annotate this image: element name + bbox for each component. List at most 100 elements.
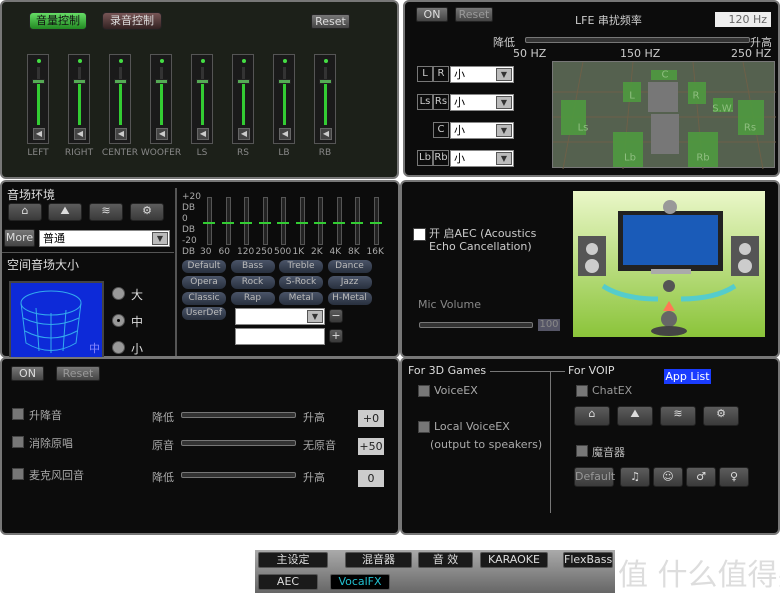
tab-karaoke[interactable]: KARAOKE bbox=[480, 552, 548, 568]
speaker-reset-button[interactable]: Reset bbox=[455, 7, 493, 22]
eq-band-slider[interactable] bbox=[355, 197, 360, 245]
preset-h-metal[interactable]: H-Metal bbox=[327, 292, 372, 305]
eq-band-handle[interactable] bbox=[314, 222, 326, 224]
morph-male-button[interactable]: ♂ bbox=[686, 467, 716, 487]
app-list-button[interactable]: App List bbox=[664, 369, 711, 384]
speaker-size-select[interactable]: 小 ▼ bbox=[450, 94, 514, 111]
vocal-checkbox[interactable] bbox=[12, 408, 24, 420]
eq-band-slider[interactable] bbox=[225, 197, 231, 245]
eq-band-slider[interactable] bbox=[373, 197, 379, 245]
environment-select[interactable]: 普通 ▼ bbox=[39, 230, 170, 247]
preset-treble[interactable]: Treble bbox=[279, 260, 323, 273]
eq-band-handle[interactable] bbox=[258, 222, 271, 224]
env-room-button[interactable]: ⌂ bbox=[8, 203, 42, 221]
fader-handle[interactable] bbox=[278, 78, 291, 84]
preset-rock[interactable]: Rock bbox=[230, 276, 275, 289]
vocal-slider[interactable] bbox=[181, 472, 296, 478]
fader-handle[interactable] bbox=[319, 78, 332, 84]
preset-classic[interactable]: Classic bbox=[182, 292, 226, 305]
morph-checkbox[interactable] bbox=[576, 445, 588, 457]
tab-混音器[interactable]: 混音器 bbox=[345, 552, 412, 568]
preset-rap[interactable]: Rap bbox=[230, 292, 275, 305]
lfe-slider[interactable] bbox=[525, 37, 750, 43]
fader-handle[interactable] bbox=[114, 78, 127, 84]
fader-handle[interactable] bbox=[73, 78, 86, 84]
speaker-size-select[interactable]: 小 ▼ bbox=[450, 150, 514, 167]
vocal-slider[interactable] bbox=[181, 412, 296, 418]
eq-band-slider[interactable] bbox=[299, 197, 305, 245]
preset-metal[interactable]: Metal bbox=[279, 292, 323, 305]
room-size-radio[interactable] bbox=[112, 314, 125, 327]
morph-default-button[interactable]: Default bbox=[574, 467, 615, 487]
preset-opera[interactable]: Opera bbox=[182, 276, 226, 289]
channel-fader-rs[interactable]: ◀ bbox=[232, 54, 254, 144]
speaker-mute-icon[interactable]: ◀ bbox=[115, 128, 127, 140]
speaker-mute-icon[interactable]: ◀ bbox=[320, 128, 332, 140]
morph-robot-button[interactable]: ♫ bbox=[620, 467, 650, 487]
eq-band-handle[interactable] bbox=[277, 222, 289, 224]
eq-band-handle[interactable] bbox=[240, 222, 252, 224]
env-stage-button[interactable]: ≋ bbox=[89, 203, 123, 221]
speaker-mute-icon[interactable]: ◀ bbox=[238, 128, 250, 140]
channel-fader-ls[interactable]: ◀ bbox=[191, 54, 213, 144]
channel-fader-lb[interactable]: ◀ bbox=[273, 54, 295, 144]
vocal-on-button[interactable]: ON bbox=[11, 366, 44, 381]
speaker-mute-icon[interactable]: ◀ bbox=[74, 128, 86, 140]
channel-fader-woofer[interactable]: ◀ bbox=[150, 54, 172, 144]
preset-default[interactable]: Default bbox=[182, 260, 226, 273]
speaker-on-button[interactable]: ON bbox=[416, 7, 448, 22]
speaker-size-select[interactable]: 小 ▼ bbox=[450, 122, 514, 139]
speaker-mute-icon[interactable]: ◀ bbox=[197, 128, 209, 140]
morph-cartoon-button[interactable]: ☺ bbox=[653, 467, 683, 487]
eq-band-handle[interactable] bbox=[221, 222, 234, 224]
vocal-slider[interactable] bbox=[181, 440, 296, 446]
eq-band-slider[interactable] bbox=[262, 197, 268, 245]
mic-volume-slider[interactable] bbox=[419, 322, 533, 328]
voiceex-checkbox[interactable] bbox=[418, 385, 430, 397]
remove-preset-button[interactable]: − bbox=[329, 309, 343, 323]
eq-band-handle[interactable] bbox=[369, 222, 382, 224]
speaker-size-select[interactable]: 小 ▼ bbox=[450, 66, 514, 83]
eq-band-slider[interactable] bbox=[207, 197, 212, 245]
voip-custom-button[interactable]: ⚙ bbox=[703, 406, 739, 426]
fader-handle[interactable] bbox=[32, 78, 45, 84]
eq-band-handle[interactable] bbox=[351, 222, 363, 224]
tab-音效[interactable]: 音 效 bbox=[418, 552, 473, 568]
eq-band-handle[interactable] bbox=[332, 222, 345, 224]
aec-checkbox[interactable] bbox=[413, 228, 426, 241]
chatex-checkbox[interactable] bbox=[576, 385, 588, 397]
eq-band-slider[interactable] bbox=[336, 197, 342, 245]
add-preset-button[interactable]: + bbox=[329, 329, 343, 343]
speaker-mute-icon[interactable]: ◀ bbox=[156, 128, 168, 140]
room-size-radio[interactable] bbox=[112, 341, 125, 354]
tab-record-control[interactable]: 录音控制 bbox=[102, 12, 162, 30]
tab-主设定[interactable]: 主设定 bbox=[258, 552, 328, 568]
preset-s-rock[interactable]: S-Rock bbox=[279, 276, 323, 289]
eq-band-slider[interactable] bbox=[281, 197, 286, 245]
eq-band-slider[interactable] bbox=[244, 197, 249, 245]
mixer-reset-button[interactable]: Reset bbox=[311, 14, 350, 29]
voip-room-button[interactable]: ⌂ bbox=[574, 406, 610, 426]
preset-jazz[interactable]: Jazz bbox=[327, 276, 372, 289]
eq-band-handle[interactable] bbox=[295, 222, 308, 224]
speaker-mute-icon[interactable]: ◀ bbox=[279, 128, 291, 140]
eq-band-slider[interactable] bbox=[318, 197, 323, 245]
channel-fader-left[interactable]: ◀ bbox=[27, 54, 49, 144]
fader-handle[interactable] bbox=[155, 78, 168, 84]
env-custom-button[interactable]: ⚙ bbox=[130, 203, 164, 221]
channel-fader-right[interactable]: ◀ bbox=[68, 54, 90, 144]
userdef-name-input[interactable] bbox=[235, 328, 325, 345]
fader-handle[interactable] bbox=[237, 78, 250, 84]
tab-vocalfx[interactable]: VocalFX bbox=[330, 574, 390, 590]
voip-stage-button[interactable]: ≋ bbox=[660, 406, 696, 426]
fader-handle[interactable] bbox=[196, 78, 209, 84]
channel-fader-center[interactable]: ◀ bbox=[109, 54, 131, 144]
morph-female-button[interactable]: ♀ bbox=[719, 467, 749, 487]
vocal-reset-button[interactable]: Reset bbox=[56, 366, 100, 381]
userdef-select[interactable]: ▼ bbox=[235, 308, 325, 325]
voip-hall-button[interactable]: ⛰ bbox=[617, 406, 653, 426]
vocal-checkbox[interactable] bbox=[12, 468, 24, 480]
more-button[interactable]: More bbox=[4, 229, 35, 247]
eq-band-handle[interactable] bbox=[203, 222, 215, 224]
tab-flexbass[interactable]: FlexBass bbox=[563, 552, 613, 568]
